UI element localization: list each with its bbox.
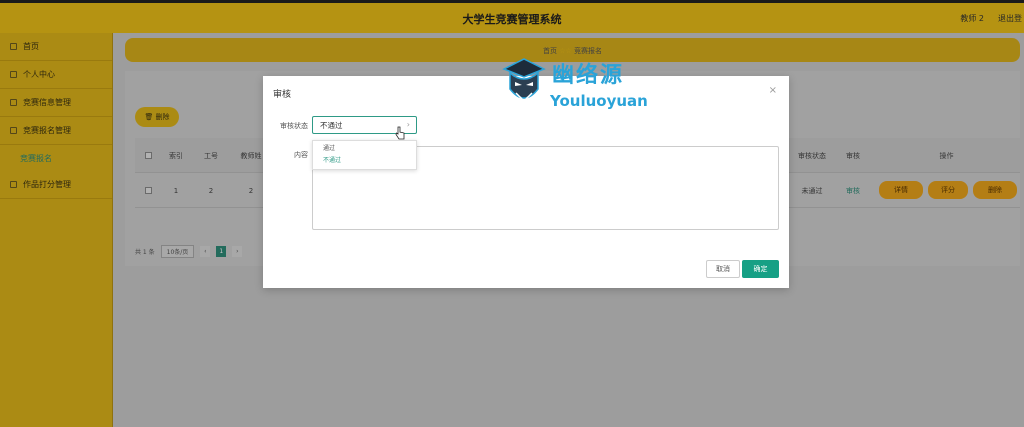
close-icon[interactable]: × (769, 85, 777, 96)
hand-cursor-icon (395, 126, 405, 140)
watermark-cn: 幽络源 (552, 63, 625, 88)
dialog-title: 审核 (273, 90, 292, 100)
option-fail[interactable]: 不通过 (313, 153, 416, 165)
confirm-button[interactable]: 确定 (742, 260, 779, 278)
status-select-value: 不通过 (320, 120, 343, 130)
mascot-icon (502, 58, 546, 103)
content-label: 内容 (294, 151, 308, 159)
chevron-down-icon: › (406, 120, 410, 129)
status-label: 审核状态 (280, 122, 308, 130)
watermark-en: Youluoyuan (550, 92, 648, 110)
status-dropdown: 通过 不通过 (312, 140, 417, 170)
cancel-button[interactable]: 取消 (706, 260, 740, 278)
watermark-logo: 幽络源 Youluoyuan (500, 55, 675, 115)
option-pass[interactable]: 通过 (313, 141, 416, 153)
